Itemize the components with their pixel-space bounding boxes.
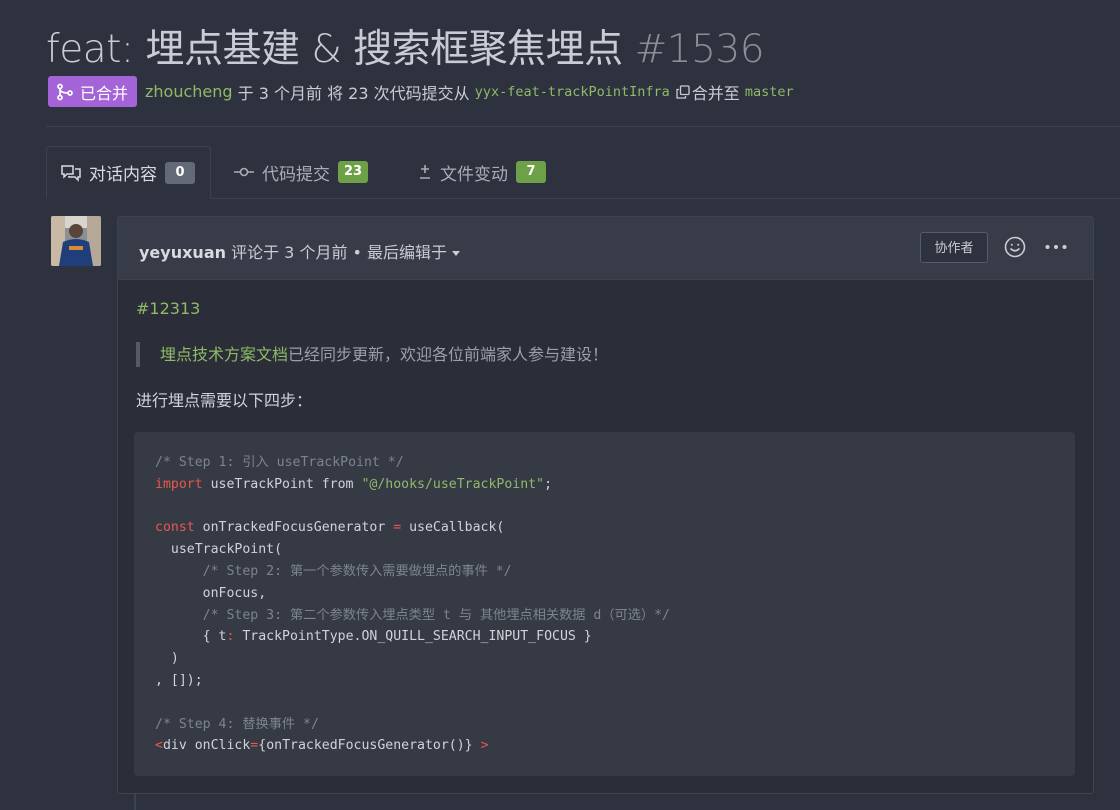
code-content: /* Step 1: 引入 useTrackPoint */ import us… bbox=[134, 432, 1075, 777]
code-line: , []); bbox=[155, 672, 203, 688]
merged-status-label: 已合并 bbox=[80, 83, 129, 103]
comment-paragraph: 进行埋点需要以下四步： bbox=[136, 391, 313, 410]
tab-count: 0 bbox=[165, 161, 195, 184]
emoji-reaction-icon[interactable] bbox=[1004, 236, 1026, 258]
tab-label: 文件变动 bbox=[440, 164, 508, 185]
pr-title: feat: 埋点基建 & 搜索框聚焦埋点 #1536 bbox=[46, 18, 765, 74]
comment-box: yeyuxuan 评论于 3 个月前 • 最后编辑于 协作者 #12313 埋点… bbox=[117, 216, 1094, 794]
merged-status-badge: 已合并 bbox=[48, 76, 138, 107]
comment-header: yeyuxuan 评论于 3 个月前 • 最后编辑于 协作者 bbox=[118, 217, 1093, 280]
pr-title-text: feat: 埋点基建 & 搜索框聚焦埋点 bbox=[46, 27, 623, 72]
code-line: { t: TrackPointType.ON_QUILL_SEARCH_INPU… bbox=[155, 629, 592, 645]
code-line: const onTrackedFocusGenerator = useCallb… bbox=[155, 520, 505, 536]
issue-reference-link[interactable]: #12313 bbox=[136, 299, 200, 318]
pr-meta: 已合并 zhoucheng 于 3 个月前 将 23 次代码提交从 yyx-fe… bbox=[48, 76, 794, 107]
source-branch-link[interactable]: yyx-feat-trackPointInfra bbox=[475, 84, 670, 100]
code-line: onFocus, bbox=[155, 585, 267, 601]
pr-tabs: 对话内容 0 代码提交 23 文件变动 7 bbox=[46, 146, 1120, 199]
tab-count: 23 bbox=[338, 161, 369, 183]
more-options-icon[interactable] bbox=[1044, 236, 1068, 258]
chevron-down-icon[interactable] bbox=[452, 251, 461, 256]
avatar[interactable] bbox=[51, 216, 101, 266]
code-line: /* Step 2: 第一个参数传入需要做埋点的事件 */ bbox=[155, 563, 512, 579]
code-line: <div onClick={onTrackedFocusGenerator()}… bbox=[155, 738, 489, 754]
tab-label: 代码提交 bbox=[262, 164, 330, 185]
tab-files-changed[interactable]: 文件变动 7 bbox=[418, 146, 546, 198]
collaborator-badge: 协作者 bbox=[920, 232, 988, 263]
pr-number: #1536 bbox=[634, 27, 765, 72]
target-branch-link[interactable]: master bbox=[745, 84, 794, 100]
divider bbox=[46, 126, 1120, 127]
tab-label: 对话内容 bbox=[89, 165, 157, 185]
pr-meta-text: 于 3 个月前 将 23 次代码提交从 bbox=[232, 83, 475, 103]
code-line: import useTrackPoint from "@/hooks/useTr… bbox=[155, 476, 553, 492]
merge-into-text: 合并至 bbox=[691, 83, 745, 103]
code-line: /* Step 3: 第二个参数传入埋点类型 t 与 其他埋点相关数据 d（可选… bbox=[155, 607, 670, 623]
timeline-line bbox=[134, 793, 136, 810]
code-line: useTrackPoint( bbox=[155, 542, 283, 558]
commit-icon bbox=[234, 167, 254, 177]
comment-author-line: yeyuxuan 评论于 3 个月前 • 最后编辑于 bbox=[139, 239, 461, 263]
code-line: /* Step 1: 引入 useTrackPoint */ bbox=[155, 455, 404, 470]
quote-text: 已经同步更新，欢迎各位前端家人参与建设！ bbox=[288, 345, 609, 364]
diff-icon bbox=[420, 165, 430, 179]
code-line: ) bbox=[155, 651, 179, 667]
doc-link[interactable]: 埋点技术方案文档 bbox=[160, 345, 288, 364]
merge-icon bbox=[57, 83, 73, 100]
tab-commits[interactable]: 代码提交 23 bbox=[234, 146, 369, 198]
code-block: /* Step 1: 引入 useTrackPoint */ import us… bbox=[134, 432, 1075, 776]
comments-icon bbox=[61, 164, 81, 182]
code-line: /* Step 4: 替换事件 */ bbox=[155, 716, 319, 732]
tab-conversation[interactable]: 对话内容 0 bbox=[46, 146, 211, 199]
tab-count: 7 bbox=[516, 161, 546, 183]
blockquote: 埋点技术方案文档已经同步更新，欢迎各位前端家人参与建设！ bbox=[136, 342, 608, 367]
pr-author-link[interactable]: zhoucheng bbox=[145, 82, 233, 101]
comment-author[interactable]: yeyuxuan bbox=[139, 243, 226, 262]
comment-meta: 评论于 3 个月前 • 最后编辑于 bbox=[226, 243, 448, 262]
copy-icon[interactable] bbox=[676, 84, 690, 99]
